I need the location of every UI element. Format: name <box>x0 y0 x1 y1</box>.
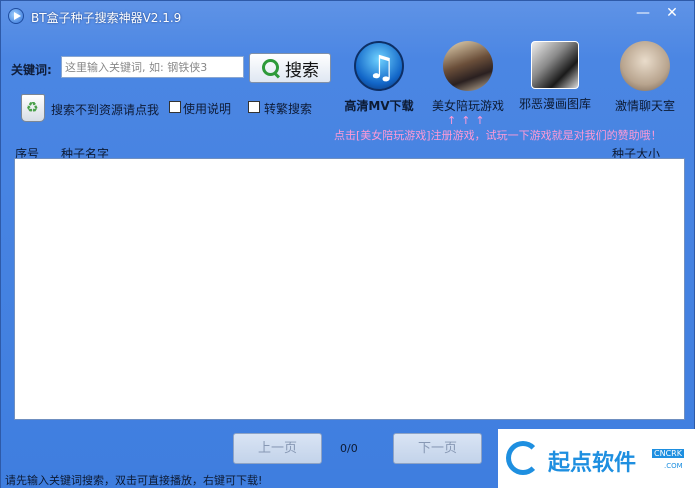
title-bar[interactable]: BT盒子种子搜索神器V2.1.9 — ✕ <box>1 1 695 31</box>
search-button[interactable]: 搜索 <box>249 53 331 83</box>
watermark: 起点软件 CNCRK .COM <box>498 429 695 488</box>
chat-avatar-icon <box>620 41 670 91</box>
app-play-icon <box>8 8 24 24</box>
game-avatar-icon <box>443 41 493 91</box>
watermark-badge-domain: .COM <box>664 462 683 470</box>
convert-traditional-label[interactable]: 转繁搜索 <box>264 100 312 117</box>
watermark-badge: CNCRK <box>652 449 684 458</box>
window-title: BT盒子种子搜索神器V2.1.9 <box>31 11 182 25</box>
not-found-link[interactable]: 搜索不到资源请点我 <box>51 101 159 118</box>
app-tile-comic[interactable]: 邪恶漫画图库 <box>515 41 595 112</box>
keyword-label: 关键词: <box>11 63 52 77</box>
magnifier-icon <box>261 58 281 78</box>
watermark-logo-icon <box>506 441 540 475</box>
page-indicator: 0/0 <box>340 442 358 455</box>
app-tile-label: 邪恶漫画图库 <box>518 97 591 111</box>
main-window: BT盒子种子搜索神器V2.1.9 — ✕ 关键词: 搜索 搜索不到资源请点我 使… <box>0 0 695 488</box>
search-button-label: 搜索 <box>285 60 319 81</box>
convert-traditional-checkbox[interactable] <box>248 101 260 113</box>
music-note-icon <box>354 41 404 91</box>
app-tile-mv-download[interactable]: 高清MV下载 <box>344 41 414 114</box>
app-tile-label: 美女陪玩游戏 <box>431 99 504 113</box>
app-tile-label: 高清MV下载 <box>344 99 414 113</box>
minimize-button[interactable]: — <box>632 5 654 23</box>
recycle-bin-icon[interactable] <box>21 94 45 122</box>
promo-arrows: ↑↑↑ <box>447 114 490 127</box>
app-tile-label: 激情聊天室 <box>614 99 675 113</box>
next-page-button[interactable]: 下一页 <box>393 433 482 464</box>
app-tile-chat[interactable]: 激情聊天室 <box>605 41 685 114</box>
close-button[interactable]: ✕ <box>661 5 683 23</box>
prev-page-button[interactable]: 上一页 <box>233 433 322 464</box>
help-checkbox[interactable] <box>169 101 181 113</box>
status-text: 请先输入关键词搜索，双击可直接播放，右键可下载! <box>5 474 263 487</box>
results-list[interactable] <box>14 158 685 420</box>
app-tile-game[interactable]: 美女陪玩游戏 <box>428 41 508 114</box>
watermark-text: 起点软件 <box>548 451 637 476</box>
search-input[interactable] <box>61 56 244 78</box>
promo-text[interactable]: 点击[美女陪玩游戏]注册游戏，试玩一下游戏就是对我们的赞助哦！ <box>334 127 662 143</box>
help-checkbox-label[interactable]: 使用说明 <box>183 100 231 117</box>
comic-icon <box>531 41 579 89</box>
